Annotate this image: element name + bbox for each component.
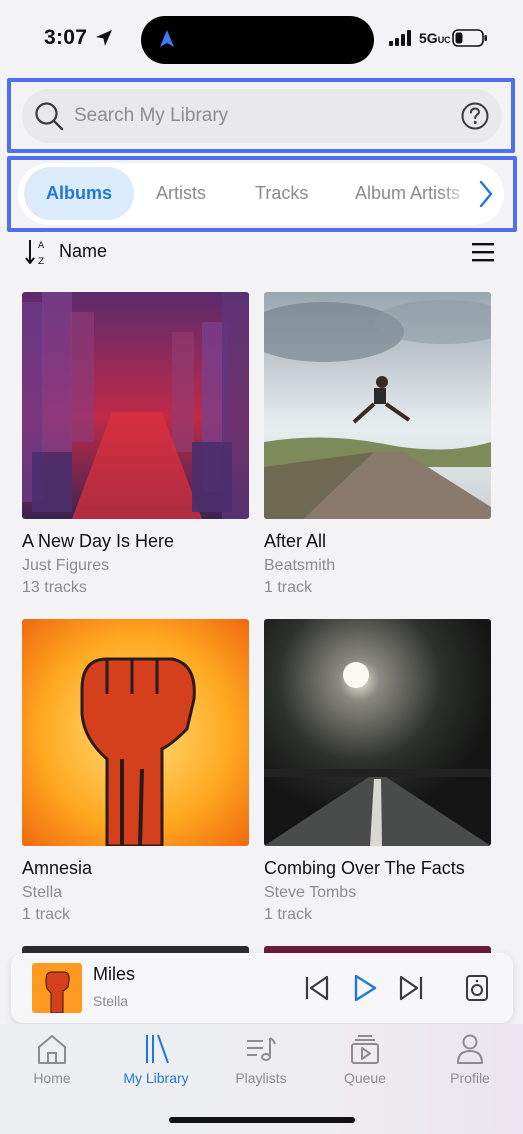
album-title[interactable]: Amnesia — [22, 858, 92, 879]
album-title[interactable]: Combing Over The Facts — [264, 858, 465, 879]
network-type: 5G — [419, 30, 438, 46]
album-title[interactable]: A New Day Is Here — [22, 531, 174, 552]
home-icon — [38, 1035, 66, 1064]
tabbar-item-playlists[interactable]: Playlists — [216, 1032, 306, 1086]
tabbar-label: Queue — [343, 1070, 387, 1086]
play-icon[interactable] — [352, 973, 378, 1003]
location-arrow-icon — [96, 30, 112, 46]
tab-tracks[interactable]: Tracks — [255, 167, 308, 220]
album-title[interactable]: After All — [264, 531, 326, 552]
tab-artists[interactable]: Artists — [156, 167, 206, 220]
chevron-right-icon[interactable] — [476, 178, 496, 210]
svg-text:A: A — [38, 241, 45, 251]
album-art-red-cityscape — [22, 292, 249, 519]
svg-text:Z: Z — [38, 257, 44, 267]
tabbar-label: Home — [33, 1070, 71, 1086]
network-label: 5GUC — [419, 30, 451, 46]
help-icon[interactable] — [460, 101, 490, 131]
search-input[interactable] — [74, 96, 434, 136]
tabbar-label: Playlists — [235, 1070, 287, 1086]
network-suffix: UC — [437, 35, 451, 45]
album-art-jumping-man — [264, 292, 491, 519]
album-artist: Beatsmith — [264, 557, 336, 574]
sort-label[interactable]: Name — [59, 241, 107, 262]
album-track-count: 1 track — [264, 579, 313, 596]
album-track-count: 1 track — [22, 906, 71, 923]
album-cover[interactable] — [264, 619, 491, 846]
album-artist: Stella — [22, 884, 63, 901]
search-icon — [35, 102, 64, 131]
speaker-icon[interactable] — [465, 973, 489, 1003]
album-art-raised-fist — [22, 619, 249, 846]
album-artist: Just Figures — [22, 557, 110, 574]
now-playing-art — [32, 963, 82, 1013]
album-cover[interactable] — [22, 292, 249, 519]
tabbar-item-queue[interactable]: Queue — [320, 1032, 410, 1086]
tabbar-item-profile[interactable]: Profile — [425, 1032, 515, 1086]
previous-track-icon[interactable] — [304, 973, 330, 1003]
profile-icon — [457, 1034, 483, 1064]
album-track-count: 1 track — [264, 906, 313, 923]
status-time: 3:07 — [44, 26, 88, 49]
navigation-icon — [160, 30, 174, 47]
tabs-fade — [440, 167, 476, 220]
album-art-moonlit-road — [264, 619, 491, 846]
now-playing-artist: Stella — [93, 993, 129, 1009]
tabbar-label: Profile — [450, 1070, 490, 1086]
tabbar-item-home[interactable]: Home — [7, 1032, 97, 1086]
album-artist: Steve Tombs — [264, 884, 357, 901]
library-icon — [146, 1034, 169, 1064]
tabbar-label: My Library — [123, 1070, 189, 1086]
mini-player[interactable] — [11, 953, 513, 1023]
tab-albums[interactable]: Albums — [24, 167, 134, 220]
status-bar: 3:07 5GUC — [0, 0, 523, 78]
album-art-raised-fist-small — [32, 963, 82, 1013]
now-playing-title: Miles — [93, 964, 136, 984]
album-cover[interactable] — [264, 292, 491, 519]
album-track-count: 13 tracks — [22, 579, 87, 596]
battery-icon — [452, 29, 487, 47]
signal-icon — [389, 30, 411, 46]
sort-az-icon[interactable]: A Z — [24, 237, 50, 267]
queue-icon — [351, 1035, 379, 1064]
menu-icon[interactable] — [472, 241, 494, 263]
home-indicator — [169, 1117, 355, 1123]
tabbar-item-my-library[interactable]: My Library — [111, 1032, 201, 1086]
album-cover[interactable] — [22, 619, 249, 846]
next-track-icon[interactable] — [398, 973, 424, 1003]
playlists-icon — [247, 1037, 276, 1061]
